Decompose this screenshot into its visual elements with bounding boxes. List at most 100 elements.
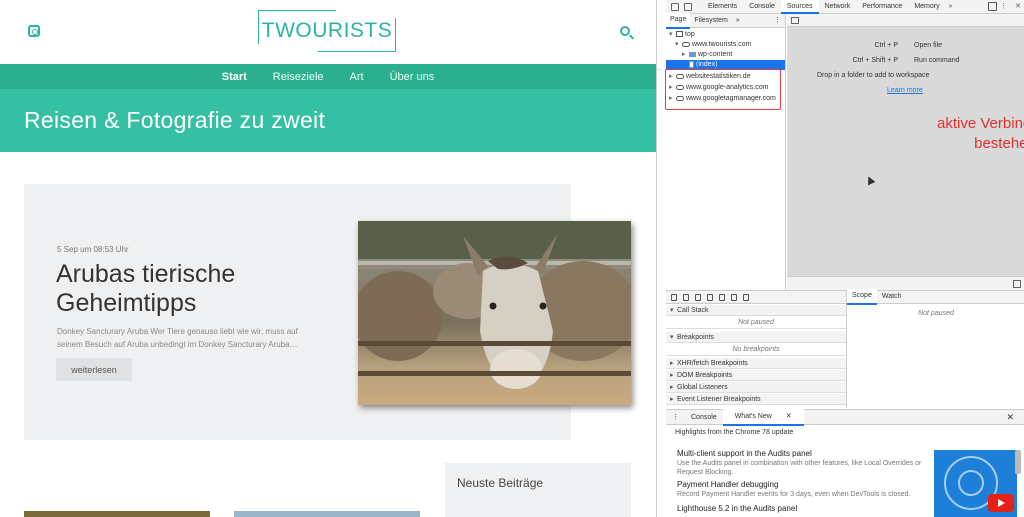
navigator-menu-icon[interactable]: ⋮ [770, 14, 785, 28]
section-call-stack[interactable]: ▾ Call Stack [666, 305, 846, 316]
tab-memory[interactable]: Memory [908, 0, 945, 14]
section-global-listeners[interactable]: ▸ Global Listeners [666, 382, 846, 393]
close-tab-icon[interactable]: ✕ [780, 413, 798, 420]
section-event-listener-breakpoints[interactable]: ▸ Event Listener Breakpoints [666, 394, 846, 405]
whats-new-heading: Highlights from the Chrome 78 update [675, 429, 794, 436]
whats-new-item[interactable]: Multi-client support in the Audits panel… [677, 448, 937, 477]
hero-title: Reisen & Fotografie zu zweit [0, 89, 656, 152]
scope-tabs: Scope Watch [846, 289, 1024, 305]
tab-label: What's New [734, 412, 772, 420]
item-title: Multi-client support in the Audits panel [677, 449, 812, 458]
folder-icon [689, 51, 696, 57]
toggle-debugger-icon[interactable] [1013, 280, 1021, 288]
section-title: Global Listeners [677, 384, 728, 391]
call-stack-status: Not paused [666, 316, 846, 329]
tree-label: wp-content [698, 51, 733, 58]
tab-sources[interactable]: Sources [780, 0, 819, 14]
scope-status: Not paused [846, 304, 1024, 408]
section-breakpoints[interactable]: ▾ Breakpoints [666, 332, 846, 343]
learn-more-link[interactable]: Learn more [887, 87, 923, 94]
editor-footer [787, 276, 1024, 290]
post-thumbnail[interactable] [24, 511, 210, 517]
search-icon[interactable] [620, 26, 630, 36]
section-title: Event Listener Breakpoints [677, 396, 761, 403]
tree-item-top[interactable]: ▾ top [669, 30, 695, 40]
post-date: 5 Sep um 08:53 Uhr [57, 245, 129, 254]
whats-new-item[interactable]: Lighthouse 5.2 in the Audits panel [677, 503, 937, 514]
expand-arrow-icon[interactable]: ▾ [675, 40, 682, 50]
step-over-icon[interactable] [683, 293, 689, 301]
section-title: Breakpoints [677, 334, 714, 341]
tab-filesystem[interactable]: Filesystem [690, 14, 731, 28]
cloud-icon [682, 41, 690, 47]
close-drawer-icon[interactable]: ✕ [1000, 410, 1020, 425]
deactivate-breakpoints-icon[interactable] [731, 293, 737, 301]
breakpoints-status: No breakpoints [666, 343, 846, 356]
close-devtools-icon[interactable]: ✕ [1015, 0, 1021, 14]
toggle-navigator-icon[interactable] [791, 17, 799, 24]
more-tabs-icon[interactable]: » [946, 3, 956, 10]
section-title: XHR/fetch Breakpoints [677, 360, 748, 367]
post-photo-donkeys[interactable] [358, 221, 631, 405]
nav-item-ueber-uns[interactable]: Über uns [390, 71, 435, 83]
drawer-menu-icon[interactable]: ⋮ [666, 410, 685, 425]
whats-new-item[interactable]: Payment Handler debugging Record Payment… [677, 479, 937, 499]
step-out-icon[interactable] [707, 293, 713, 301]
tab-console[interactable]: Console [743, 0, 781, 14]
tab-elements[interactable]: Elements [702, 0, 743, 14]
post-excerpt: Donkey Sancturary Aruba Wer Tiere genaus… [57, 327, 298, 349]
collapse-arrow-icon: ▸ [670, 372, 674, 379]
drawer-tab-console[interactable]: Console [685, 410, 723, 425]
customize-menu-icon[interactable]: ⋮ [1000, 0, 1007, 14]
drawer-scrollbar-thumb[interactable] [1015, 450, 1021, 474]
section-xhr-breakpoints[interactable]: ▸ XHR/fetch Breakpoints [666, 358, 846, 369]
warning-badge-icon[interactable] [988, 2, 997, 11]
collapse-arrow-icon[interactable]: ▸ [682, 50, 689, 60]
donkey-image [358, 221, 631, 389]
frame-icon [676, 31, 683, 38]
inspect-element-icon[interactable] [671, 2, 679, 11]
item-title: Lighthouse 5.2 in the Audits panel [677, 504, 798, 513]
drawer-tab-whats-new[interactable]: What's New ✕ [722, 408, 804, 426]
tab-scope[interactable]: Scope [847, 289, 877, 305]
tree-item-folder[interactable]: ▸ wp-content [682, 50, 732, 60]
step-into-icon[interactable] [695, 293, 701, 301]
editor-toolbar [787, 14, 1024, 27]
collapse-arrow-icon: ▸ [670, 360, 674, 367]
tab-page[interactable]: Page [666, 12, 691, 29]
recent-posts-widget: Neuste Beiträge [445, 463, 631, 517]
pause-icon[interactable] [671, 293, 677, 301]
widget-title: Neuste Beiträge [457, 476, 544, 490]
item-description: Record Payment Handler events for 3 days… [677, 491, 911, 498]
devtools-toolbar: Elements Console Sources Network Perform… [666, 0, 1024, 14]
nav-item-reiseziele[interactable]: Reiseziele [273, 71, 324, 83]
step-icon[interactable] [719, 293, 725, 301]
expand-arrow-icon[interactable]: ▾ [669, 30, 676, 40]
pause-on-exceptions-icon[interactable] [743, 293, 749, 301]
nav-item-art[interactable]: Art [350, 71, 364, 83]
tree-label: www.twourists.com [692, 41, 752, 48]
logo-text: TWOURISTS [261, 19, 393, 42]
instagram-icon[interactable] [28, 25, 40, 37]
tab-watch[interactable]: Watch [877, 290, 907, 304]
navigator-tabs: Page Filesystem » ⋮ [666, 12, 785, 29]
nav-item-start[interactable]: Start [222, 71, 247, 83]
tree-item-domain[interactable]: ▾ www.twourists.com [675, 40, 752, 50]
tab-network[interactable]: Network [819, 0, 857, 14]
item-title: Payment Handler debugging [677, 480, 779, 489]
device-toolbar-icon[interactable] [684, 2, 692, 11]
tree-label: (index) [696, 61, 718, 68]
debugger-toolbar [666, 290, 846, 304]
post-thumbnail[interactable] [234, 511, 420, 517]
tab-performance[interactable]: Performance [856, 0, 908, 14]
drop-folder-hint: Drop in a folder to add to workspace [817, 72, 930, 79]
navigator-more-icon[interactable]: » [732, 14, 744, 28]
expand-arrow-icon: ▾ [670, 307, 674, 314]
website-viewport: TWOURISTS Start Reiseziele Art Über uns … [0, 0, 656, 517]
read-more-button[interactable]: weiterlesen [56, 358, 132, 381]
highlight-box-connections [665, 69, 781, 110]
section-dom-breakpoints[interactable]: ▸ DOM Breakpoints [666, 370, 846, 381]
youtube-play-icon[interactable] [988, 494, 1014, 512]
site-logo[interactable]: TWOURISTS [258, 10, 396, 52]
post-title[interactable]: Arubas tierische Geheimtipps [56, 260, 316, 318]
